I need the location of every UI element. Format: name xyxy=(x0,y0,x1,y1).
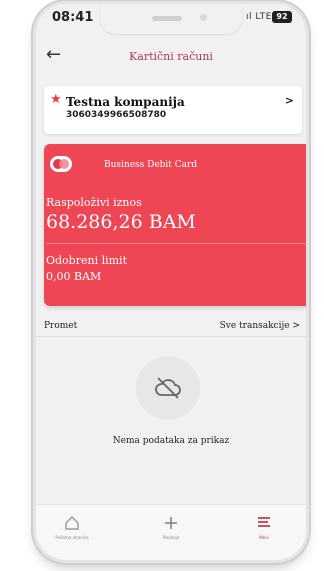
tab-home-label: Početna stranica xyxy=(55,535,89,540)
network-label: LTE xyxy=(255,12,272,22)
empty-state-message: Nema podataka za prikaz xyxy=(112,436,230,446)
limit-label: Odobreni limit xyxy=(46,254,127,267)
company-name: Testna kompanija xyxy=(66,95,185,109)
chevron-right-icon: > xyxy=(284,94,294,107)
speaker-icon xyxy=(152,16,182,21)
available-label: Raspoloživi iznos xyxy=(46,196,142,209)
tab-menu-label: Meni xyxy=(259,535,269,540)
company-selector[interactable]: ★ Testna kompanija 3060349966508780 > xyxy=(44,86,302,134)
phone-frame: 08:41 ıl LTE 92 ← Kartični računi ★ Test… xyxy=(36,4,306,560)
card-type: Business Debit Card xyxy=(104,160,198,170)
status-time: 08:41 xyxy=(52,10,94,25)
top-nav: ← Kartični računi xyxy=(36,44,306,72)
tab-payments[interactable]: Plaćanja xyxy=(141,515,201,540)
star-icon: ★ xyxy=(50,92,62,107)
home-icon xyxy=(65,516,79,530)
transactions-title: Promet xyxy=(44,321,78,331)
tab-payments-label: Plaćanja xyxy=(162,535,180,540)
available-amount: 68.286,26 BAM xyxy=(46,211,196,233)
limit-amount: 0,00 BAM xyxy=(46,270,102,283)
page-title: Kartični računi xyxy=(129,50,213,63)
tab-menu[interactable]: Meni xyxy=(234,515,294,540)
company-number: 3060349966508780 xyxy=(66,110,167,120)
mastercard-logo-icon xyxy=(50,156,72,172)
battery-icon: 92 xyxy=(272,11,292,23)
camera-icon xyxy=(200,14,207,21)
network-indicator: ıl LTE xyxy=(246,12,272,22)
tab-home[interactable]: Početna stranica xyxy=(42,515,102,540)
cloud-off-icon xyxy=(136,356,200,420)
menu-icon xyxy=(258,517,270,527)
status-bar: 08:41 ıl LTE 92 xyxy=(36,4,306,34)
transactions-header: Promet Sve transakcije > xyxy=(36,316,306,337)
tab-bar: Početna stranica Plaćanja Meni xyxy=(36,504,306,560)
plus-icon xyxy=(165,517,177,529)
notch xyxy=(100,4,242,34)
all-transactions-link[interactable]: Sve transakcije > xyxy=(220,321,300,331)
debit-card[interactable]: Business Debit Card Raspoloživi iznos 68… xyxy=(44,144,306,306)
card-divider xyxy=(46,243,306,244)
